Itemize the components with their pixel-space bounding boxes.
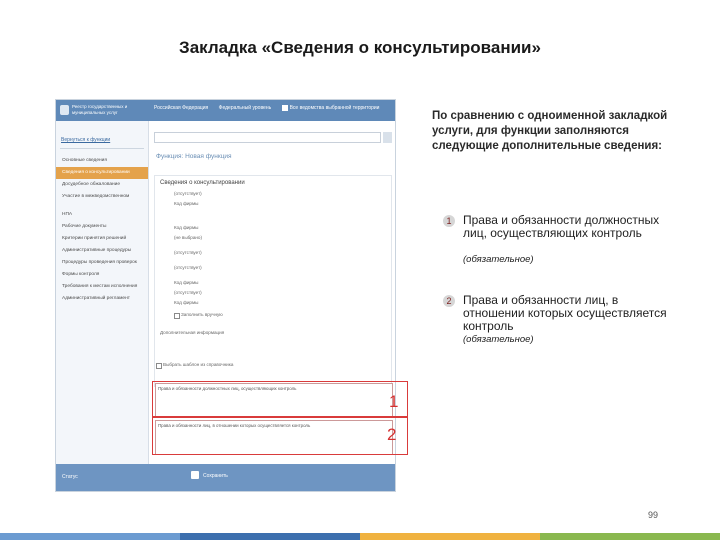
form-label: Код фирмы: [174, 201, 199, 206]
sidebar-item-criteria[interactable]: Критерии принятия решений: [56, 233, 148, 245]
app-logo[interactable]: Реестр государственных и муниципальных у…: [58, 103, 148, 118]
search-input[interactable]: [154, 132, 381, 143]
sidebar-item-procedures[interactable]: Административные процедуры: [56, 245, 148, 257]
form-label[interactable]: (не выбрано): [174, 235, 202, 240]
nav-link-federal[interactable]: Федеральный уровень: [219, 105, 272, 111]
footer-status[interactable]: Статус: [62, 474, 78, 480]
item-note-2: (обязательное): [463, 334, 534, 345]
form-label: (отсутствует): [174, 191, 202, 196]
item-text-2: Права и обязанности лиц, в отношении кот…: [463, 293, 667, 333]
logo-text: Реестр государственных и муниципальных у…: [72, 104, 128, 115]
emblem-icon: [60, 105, 69, 115]
page-number: 99: [648, 510, 659, 520]
bottom-bar-segment: [360, 533, 540, 540]
sidebar-item-consulting[interactable]: Сведения о консультировании: [56, 167, 148, 179]
sidebar: Вернуться к функции Основные сведения Св…: [56, 121, 149, 465]
marker-1: 1: [389, 392, 399, 411]
form-label: Код фирмы: [174, 280, 199, 285]
template-checkbox[interactable]: [156, 363, 162, 369]
nav-link-rf[interactable]: Российская Федерация: [154, 105, 208, 111]
sidebar-item-npa[interactable]: НПА: [56, 209, 148, 221]
form-label: (отсутствует): [174, 290, 202, 295]
sidebar-item-appeal[interactable]: Досудебное обжалование: [56, 179, 148, 191]
nav-link-all[interactable]: Все ведомства выбранной территории: [290, 105, 380, 111]
slide-title: Закладка «Сведения о консультировании»: [179, 38, 541, 57]
item-text-1: Права и обязанности должностных лиц, осу…: [463, 213, 660, 240]
form-label: (отсутствует): [174, 250, 202, 255]
sidebar-item-basic[interactable]: Основные сведения: [56, 155, 148, 167]
bottom-bar-segment: [180, 533, 360, 540]
intro-text: По сравнению с одноименной закладкой усл…: [432, 110, 668, 152]
sidebar-item-inspections[interactable]: Процедуры проведения проверок: [56, 257, 148, 269]
manual-checkbox[interactable]: [174, 313, 180, 319]
sidebar-divider: [60, 148, 144, 149]
sidebar-item-documents[interactable]: Рабочие документы: [56, 221, 148, 233]
search-button[interactable]: [383, 132, 392, 143]
item-number-2: 2: [443, 295, 455, 307]
save-icon: [191, 471, 199, 479]
form-label: (отсутствует): [174, 265, 202, 270]
highlight-box-1: [152, 381, 408, 418]
section-title: Сведения о консультировании: [160, 180, 245, 186]
back-link[interactable]: Вернуться к функции: [61, 137, 110, 143]
manual-checkbox-label: Заполнить вручную: [181, 312, 223, 317]
bottom-bar-segment: [0, 533, 180, 540]
form-label: Код фирмы: [174, 300, 199, 305]
function-title: Функция: Новая функция: [156, 153, 232, 160]
sidebar-item-regulation[interactable]: Административный регламент: [56, 293, 148, 305]
form-label: Код фирмы: [174, 225, 199, 230]
app-header: Реестр государственных и муниципальных у…: [56, 100, 395, 121]
item-note-1: (обязательное): [463, 254, 534, 265]
sidebar-item-control-forms[interactable]: Формы контроля: [56, 269, 148, 281]
template-checkbox-label: Выбрать шаблон из справочника: [163, 362, 234, 367]
save-button[interactable]: Сохранить: [203, 473, 228, 479]
top-nav: Российская Федерация Федеральный уровень…: [154, 105, 388, 111]
sidebar-menu: Основные сведения Сведения о консультиро…: [56, 155, 148, 305]
sidebar-item-requirements[interactable]: Требования к местам исполнения: [56, 281, 148, 293]
item-number-1: 1: [443, 215, 455, 227]
home-icon[interactable]: [281, 105, 288, 111]
extra-info-label: Дополнительная информация: [160, 330, 225, 335]
app-footer: Статус Сохранить: [56, 464, 395, 491]
marker-2: 2: [387, 425, 397, 444]
bottom-bar-segment: [540, 533, 720, 540]
sidebar-item-interagency[interactable]: Участие в межведомственном: [56, 191, 148, 203]
highlight-box-2: [152, 416, 408, 455]
